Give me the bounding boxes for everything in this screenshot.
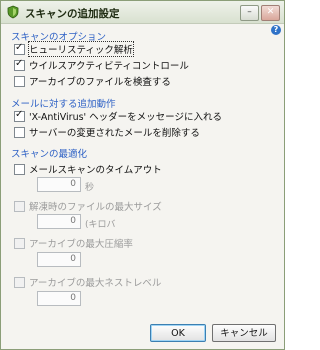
section-title-mail-actions: メールに対する追加動作	[11, 99, 116, 110]
mail-timeout-input[interactable]: 0	[37, 177, 81, 192]
app-shield-icon	[7, 5, 19, 19]
minimize-button[interactable]: –	[240, 5, 259, 21]
option-max-file-size[interactable]: 解凍時のファイルの最大サイズ	[14, 200, 162, 213]
heuristic-checkbox[interactable]	[14, 42, 25, 55]
option-scan-archives[interactable]: アーカイブのファイルを検査する	[14, 75, 171, 88]
option-virus-activity[interactable]: ウイルスアクティビティコントロール	[14, 58, 189, 72]
max-compression-ratio-input[interactable]: 0	[37, 252, 81, 267]
max-file-size-checkbox[interactable]	[14, 200, 25, 212]
mail-timeout-checkbox[interactable]	[14, 163, 25, 175]
delete-modified-mail-label: サーバーの変更されたメールを削除する	[29, 128, 200, 139]
section-title-scan-optimization: スキャンの最適化	[11, 149, 88, 160]
delete-modified-mail-checkbox[interactable]	[14, 126, 25, 138]
option-mail-timeout[interactable]: メールスキャンのタイムアウト	[14, 163, 162, 176]
max-nesting-level-input[interactable]: 0	[37, 291, 81, 306]
close-button[interactable]: ✕	[261, 5, 280, 21]
max-nesting-level-label: アーカイブの最大ネストレベル	[29, 278, 162, 289]
max-nesting-level-checkbox[interactable]	[14, 276, 25, 288]
ok-button[interactable]: OK	[150, 324, 206, 342]
max-file-size-label: 解凍時のファイルの最大サイズ	[29, 202, 162, 213]
max-compression-ratio-label: アーカイブの最大圧縮率	[29, 239, 133, 250]
scan-archives-label: アーカイブのファイルを検査する	[29, 77, 171, 88]
virus-activity-checkbox[interactable]	[14, 58, 25, 71]
mail-timeout-label: メールスキャンのタイムアウト	[29, 165, 162, 176]
title-bar: スキャンの追加設定 – ✕	[1, 1, 284, 24]
window-title: スキャンの追加設定	[25, 8, 120, 20]
max-file-size-unit: (キロバ	[85, 220, 116, 230]
virus-activity-label: ウイルスアクティビティコントロール	[29, 61, 189, 72]
option-delete-modified-mail[interactable]: サーバーの変更されたメールを削除する	[14, 126, 200, 139]
option-heuristic[interactable]: ヒューリスティック解析	[14, 41, 134, 57]
xav-header-checkbox[interactable]	[14, 109, 25, 122]
scan-archives-checkbox[interactable]	[14, 75, 25, 87]
max-compression-ratio-checkbox[interactable]	[14, 237, 25, 249]
minimize-icon: –	[247, 7, 252, 17]
section-title-scan-options: スキャンのオプション	[11, 32, 107, 43]
help-icon[interactable]: ?	[271, 25, 281, 35]
mail-timeout-unit: 秒	[85, 183, 95, 193]
heuristic-label: ヒューリスティック解析	[28, 41, 134, 57]
xav-header-label: 'X-AntiVirus' ヘッダーをメッセージに入れる	[29, 112, 222, 123]
option-xav-header[interactable]: 'X-AntiVirus' ヘッダーをメッセージに入れる	[14, 109, 222, 123]
cancel-button[interactable]: キャンセル	[212, 324, 276, 342]
dialog-window: スキャンの追加設定 – ✕ ? スキャンのオプション ヒューリスティック解析 ウ…	[0, 0, 285, 350]
max-file-size-input[interactable]: 0	[37, 214, 81, 229]
option-max-nesting-level[interactable]: アーカイブの最大ネストレベル	[14, 276, 162, 289]
option-max-compression-ratio[interactable]: アーカイブの最大圧縮率	[14, 237, 133, 250]
close-icon: ✕	[266, 7, 275, 17]
